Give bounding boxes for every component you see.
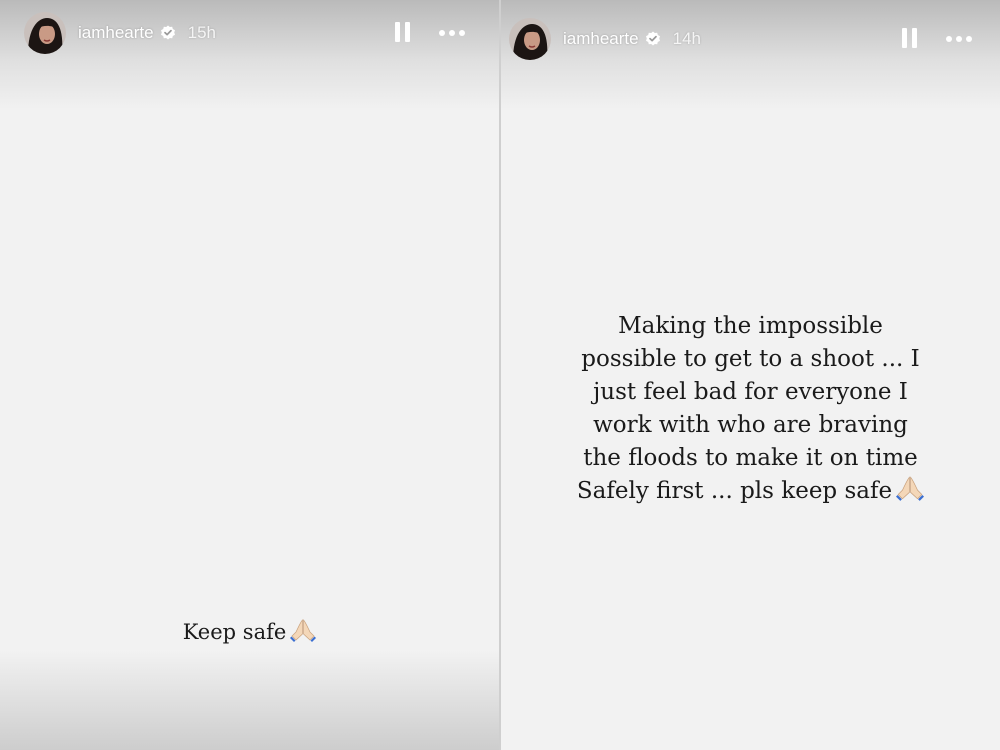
- verified-badge-icon: [160, 25, 175, 40]
- avatar-image: [24, 12, 66, 54]
- caption-line: the floods to make it on time: [583, 445, 918, 471]
- avatar[interactable]: [509, 18, 551, 60]
- caption-line: possible to get to a shoot ... I: [581, 346, 920, 372]
- caption-line: work with who are braving: [593, 412, 908, 438]
- story-caption: Making the impossible possible to get to…: [541, 310, 960, 508]
- story-caption: Keep safe: [0, 618, 499, 644]
- more-options-icon[interactable]: [946, 28, 972, 50]
- avatar[interactable]: [24, 12, 66, 54]
- username[interactable]: iamhearte: [563, 29, 639, 49]
- post-time: 14h: [672, 29, 701, 48]
- story-viewer: iamhearte 15h Keep safe iamhearte 14h Ma…: [0, 0, 1000, 750]
- praying-hands-icon: [896, 476, 925, 501]
- pause-icon[interactable]: [898, 28, 920, 50]
- bottom-gradient: [0, 650, 499, 750]
- story-header: iamhearte 14h: [501, 18, 1000, 60]
- story-panel-2[interactable]: iamhearte 14h Making the impossible poss…: [501, 0, 1000, 750]
- caption-line: Making the impossible: [618, 313, 883, 339]
- verified-badge-icon: [645, 31, 660, 46]
- pause-icon[interactable]: [391, 22, 413, 44]
- story-header: iamhearte 15h: [0, 12, 499, 54]
- more-options-icon[interactable]: [439, 22, 465, 44]
- caption-line-text: Safely first ... pls keep safe: [576, 478, 893, 504]
- post-time: 15h: [187, 23, 216, 42]
- story-panel-1[interactable]: iamhearte 15h Keep safe: [0, 0, 499, 750]
- avatar-image: [509, 18, 551, 60]
- praying-hands-icon: [290, 619, 317, 642]
- caption-line: just feel bad for everyone I: [593, 379, 908, 405]
- caption-text: Keep safe: [182, 620, 287, 644]
- caption-line-last: Safely first ... pls keep safe: [541, 475, 960, 508]
- username[interactable]: iamhearte: [78, 23, 154, 43]
